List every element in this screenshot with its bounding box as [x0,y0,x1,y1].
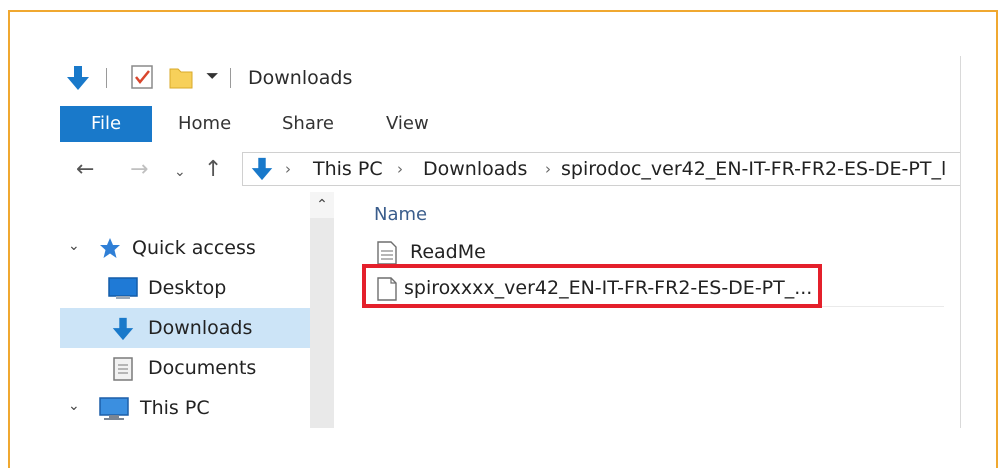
file-list: Name ReadMe spiroxxxx_ver42_EN-IT-FR-FR2… [360,192,960,428]
column-header-name[interactable]: Name [374,204,427,225]
download-arrow-icon [110,316,136,342]
list-item[interactable]: ReadMe [376,236,936,270]
properties-icon[interactable] [130,64,154,90]
toolbar-separator [230,68,231,88]
nav-item-label: This PC [140,397,210,419]
forward-arrow-icon[interactable]: → [130,156,148,184]
expand-chevron-icon[interactable]: ⌄ [68,398,80,414]
recent-locations-chevron-icon[interactable]: ⌄ [174,158,186,186]
breadcrumb-this-pc[interactable]: This PC [313,158,383,180]
nav-item-label: Downloads [148,317,253,339]
documents-icon [112,356,134,382]
toolbar-separator [106,68,107,88]
nav-item-quick-access[interactable]: ⌄ Quick access [60,228,310,268]
up-arrow-icon[interactable]: ↑ [204,156,222,184]
computer-icon [98,396,130,422]
nav-item-label: Documents [148,357,257,379]
navigation-pane-scrollbar[interactable]: ⌃ [310,192,334,428]
breadcrumb-downloads[interactable]: Downloads [423,158,527,180]
star-icon [98,236,122,260]
navigation-pane: ⌄ Quick access Desktop Downloads Documen… [60,192,310,428]
tab-view[interactable]: View [386,106,429,142]
expand-chevron-icon[interactable]: ⌄ [68,238,80,254]
nav-item-label: Quick access [132,237,256,259]
file-name: spiroxxxx_ver42_EN-IT-FR-FR2-ES-DE-PT_..… [404,277,813,299]
desktop-icon [108,276,138,300]
tab-file[interactable]: File [60,106,152,142]
nav-item-this-pc[interactable]: ⌄ This PC [60,388,310,428]
nav-item-label: Desktop [148,277,227,299]
breadcrumb-chevron-icon[interactable]: › [397,160,403,178]
nav-item-quick-access[interactable] [60,192,310,232]
tab-home[interactable]: Home [178,106,231,142]
address-bar[interactable]: › This PC › Downloads › spirodoc_ver42_E… [242,152,960,186]
nav-item-downloads[interactable]: Downloads [60,308,310,348]
ribbon-tabs: File Home Share View [60,106,960,142]
download-arrow-icon [249,156,275,182]
breadcrumb-spirodoc-folder[interactable]: spirodoc_ver42_EN-IT-FR-FR2-ES-DE-PT_l [561,158,946,180]
nav-item-documents[interactable]: Documents [60,348,310,388]
breadcrumb-chevron-icon[interactable]: › [285,160,291,178]
row-divider [374,306,944,307]
tab-share[interactable]: Share [282,106,334,142]
file-explorer-window: ⏷ Downloads File Home Share View ← → ⌄ ↑… [60,56,961,428]
file-icon [376,276,398,302]
new-folder-icon[interactable] [168,64,194,90]
breadcrumb-chevron-icon[interactable]: › [545,160,551,178]
nav-item-desktop[interactable]: Desktop [60,268,310,308]
text-file-icon [376,240,398,266]
navigation-bar: ← → ⌄ ↑ › This PC › Downloads › spirodoc… [60,150,960,190]
download-arrow-icon [64,64,92,92]
scroll-up-chevron-icon[interactable]: ⌃ [310,192,334,218]
file-name: ReadMe [410,241,486,263]
list-item[interactable]: spiroxxxx_ver42_EN-IT-FR-FR2-ES-DE-PT_..… [376,272,936,306]
customize-toolbar-dropdown-icon[interactable]: ⏷ [206,66,219,86]
window-title: Downloads [248,67,353,89]
title-bar: ⏷ Downloads [60,56,960,100]
back-arrow-icon[interactable]: ← [76,156,94,184]
